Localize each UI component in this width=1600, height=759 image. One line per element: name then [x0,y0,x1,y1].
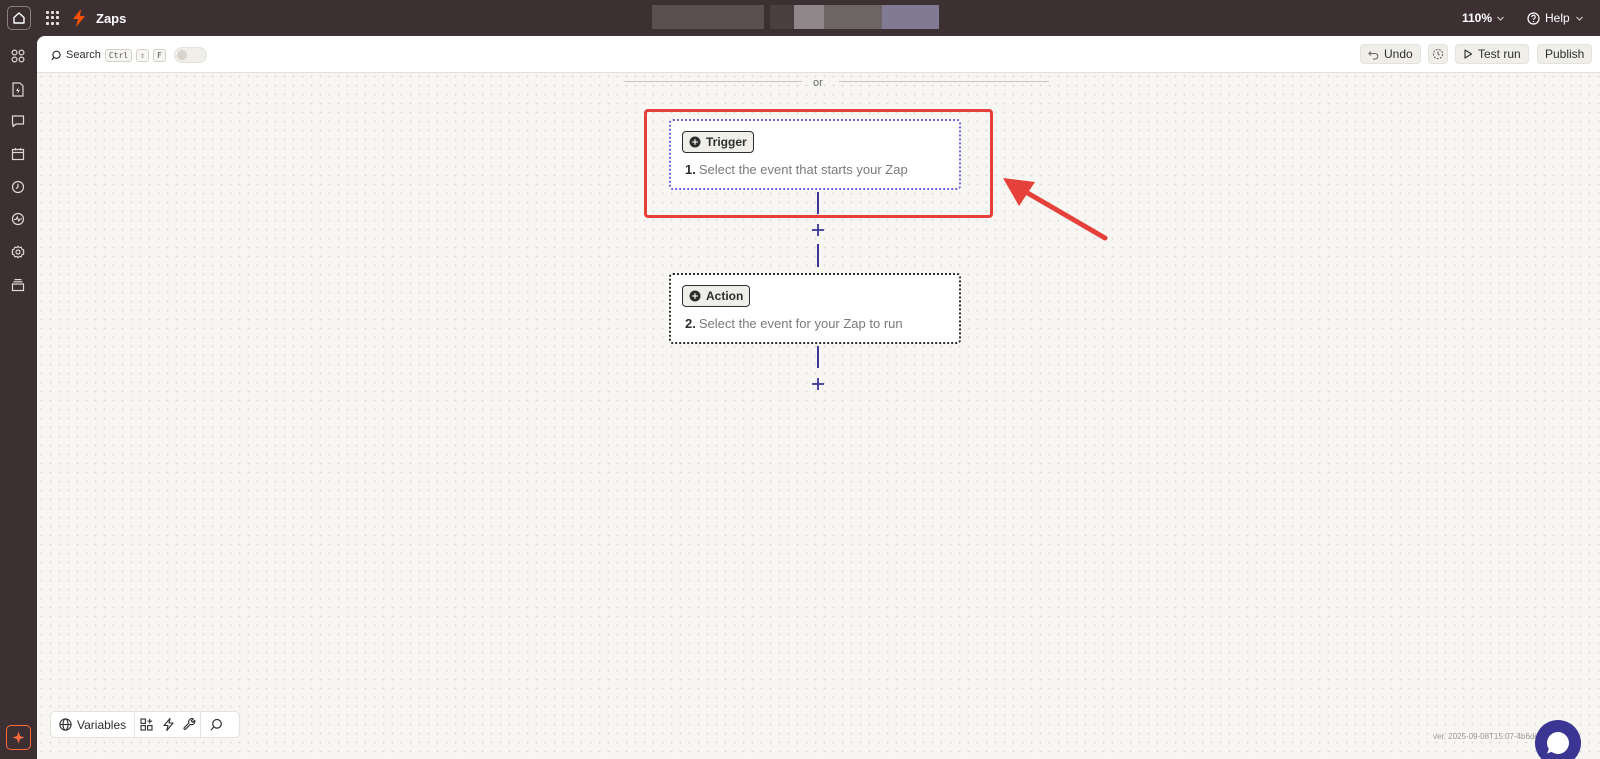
chat-bubble-icon [11,115,25,128]
separator-line-right [839,81,1049,82]
blurred-zap-name-part [824,5,882,29]
sidebar-item-tables[interactable] [10,146,26,162]
action-step-card[interactable]: Action 2. Select the event for your Zap t… [669,273,961,344]
shortcut-key-ctrl: Ctrl [104,48,133,62]
left-sidebar [0,36,37,759]
variables-label: Variables [77,717,127,732]
undo-icon [1368,50,1379,60]
tools-button[interactable] [179,712,202,737]
annotation-arrow [1003,178,1108,241]
zoom-value: 110% [1462,11,1493,25]
bottom-toolbar: Variables [50,711,240,738]
action-step-text: Select the event for your Zap to run [698,316,903,331]
calendar-icon [11,148,25,161]
help-circle-icon [1527,11,1540,25]
zap-bolt-icon [73,9,85,27]
apps-add-icon [140,718,153,731]
sidebar-item-zaps[interactable] [10,81,26,97]
play-icon [1464,49,1473,59]
blurred-zap-name [652,5,764,29]
undo-button[interactable]: Undo [1360,44,1421,64]
chevron-down-icon [1497,16,1504,21]
search-label: Search [66,49,101,61]
zoom-selector[interactable]: 110% [1462,11,1505,25]
search-toggle[interactable] [173,47,207,63]
pulse-icon [11,212,25,226]
zap-actions-button[interactable] [157,712,179,737]
publish-button[interactable]: Publish [1537,44,1593,64]
test-run-label: Test run [1478,47,1521,61]
test-run-button[interactable]: Test run [1455,44,1529,64]
stack-icon [11,279,25,292]
plus-circle-icon [689,290,701,302]
lightning-icon [163,718,174,731]
blurred-zap-name-part [794,5,824,29]
search-button[interactable]: Search Ctrl ⇧ F [51,47,207,63]
help-label: Help [1545,11,1570,25]
action-step-number: 2. [685,316,696,331]
action-badge: Action [682,285,751,307]
history-icon [1432,48,1444,60]
globe-icon [59,718,72,731]
clock-icon [11,180,25,194]
sidebar-item-interfaces[interactable] [10,113,26,129]
action-badge-label: Action [706,289,744,303]
gear-icon [11,245,25,259]
shortcut-key-f: F [152,48,166,62]
top-bar: Zaps 110% Help [0,0,1600,36]
blurred-zap-name-part [882,5,939,29]
home-button[interactable] [7,6,31,30]
apps-icon [11,49,25,63]
ai-copilot-button[interactable] [6,725,31,750]
add-apps-button[interactable] [135,712,157,737]
search-icon [51,50,61,60]
chevron-down-icon [1575,16,1583,21]
editor-toolbar: Search Ctrl ⇧ F Undo Test run Publish [37,36,1600,73]
app-title: Zaps [96,11,127,26]
connector-line [817,192,819,214]
app-grid-icon[interactable] [46,11,60,25]
history-button[interactable] [1428,44,1448,64]
help-menu[interactable]: Help [1527,11,1584,25]
connector-line [817,244,819,267]
sidebar-item-stack[interactable] [10,277,26,293]
sidebar-item-apps[interactable] [10,48,26,64]
separator-text: or [813,77,823,89]
sidebar-item-activity[interactable] [10,211,26,227]
add-step-plus-icon[interactable] [810,376,826,392]
search-icon [210,718,222,731]
connector-line [817,346,819,368]
zap-editor-canvas[interactable]: Search Ctrl ⇧ F Undo Test run Publish or… [37,36,1600,759]
sidebar-item-settings[interactable] [10,244,26,260]
variables-button[interactable]: Variables [51,712,136,737]
wrench-icon [183,718,196,730]
separator-line-left [624,81,802,82]
publish-label: Publish [1545,47,1585,61]
undo-label: Undo [1384,47,1413,61]
chat-icon [1547,732,1569,754]
zap-file-icon [12,81,24,97]
home-icon [13,12,25,24]
support-chat-button[interactable] [1535,720,1581,759]
sparkle-icon [12,731,25,744]
action-step-description: 2. Select the event for your Zap to run [685,316,903,331]
add-step-plus-icon[interactable] [810,222,826,238]
sidebar-item-history[interactable] [10,179,26,195]
blurred-zap-name-part [770,5,794,29]
shortcut-key-shift: ⇧ [136,48,149,62]
canvas-search-button[interactable] [201,712,231,737]
